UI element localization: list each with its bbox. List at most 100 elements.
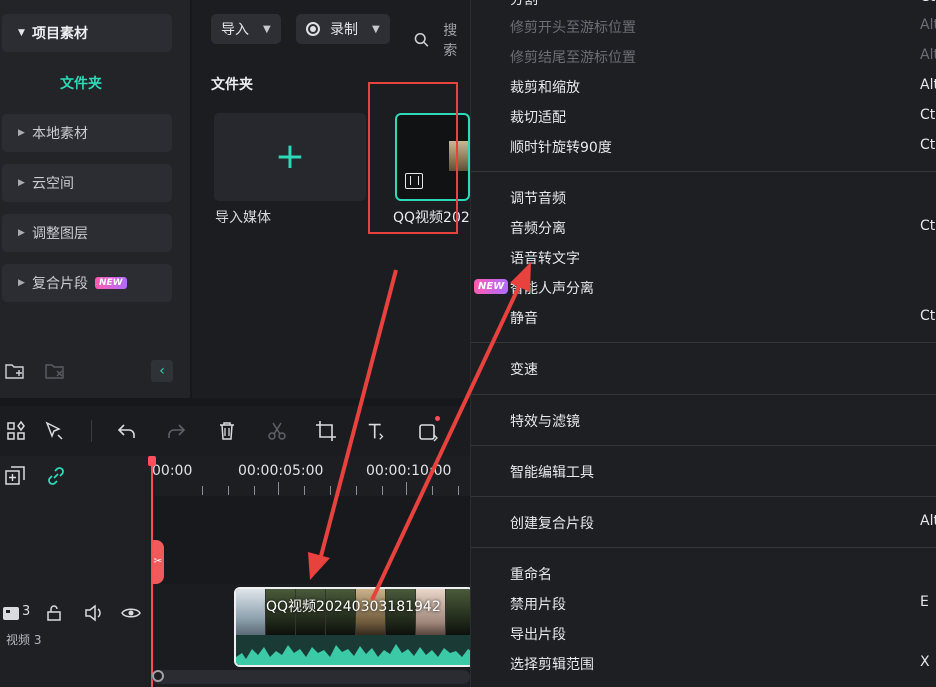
menu-item-detach-audio[interactable]: 音频分离 [510, 218, 566, 238]
sidebar-item-project-media[interactable]: ▼ 项目素材 [2, 14, 172, 52]
menu-item-trim-start[interactable]: 修剪开头至游标位置 [510, 17, 636, 37]
menu-item-speech-to-text[interactable]: 语音转文字 [510, 248, 580, 268]
menu-item-speed[interactable]: 变速 [510, 359, 538, 379]
scissors-icon[interactable] [266, 420, 288, 442]
menu-item-export-clip[interactable]: 导出片段 [510, 624, 566, 644]
select-pointer-icon[interactable] [43, 420, 65, 442]
ruler-tick [458, 486, 459, 495]
timeline-video-clip[interactable]: QQ视频20240303181942 [234, 587, 474, 667]
menu-shortcut: X [920, 654, 930, 670]
menu-divider [471, 496, 936, 497]
clip-thumbnail [449, 141, 468, 171]
volume-icon[interactable] [84, 604, 104, 622]
text-icon[interactable] [366, 420, 388, 442]
menu-item-crop-zoom[interactable]: 裁剪和缩放 [510, 77, 580, 97]
menu-item-rotate-90[interactable]: 顺时针旋转90度 [510, 137, 612, 157]
ruler-tick [278, 482, 279, 495]
ruler-tick [202, 486, 203, 495]
import-dropdown-button[interactable]: 导入 ▼ [211, 14, 281, 44]
media-clip-label: QQ视频2024 [393, 210, 473, 226]
menu-shortcut: Ct [920, 308, 936, 324]
menu-item-trim-end[interactable]: 修剪结尾至游标位置 [510, 47, 636, 67]
menu-divider [471, 394, 936, 395]
shape-icon[interactable] [417, 420, 439, 442]
menu-item-mute[interactable]: 静音 [510, 308, 538, 328]
sidebar-item-label: 云空间 [32, 176, 74, 192]
menu-shortcut: Ct [920, 137, 936, 153]
split-handle[interactable]: ✂ [152, 540, 164, 584]
sidebar-item-label: 调整图层 [32, 226, 88, 242]
menu-shortcut: Ct [920, 218, 936, 234]
search-icon [414, 33, 429, 47]
menu-item-split[interactable]: 分割 [510, 0, 538, 9]
crop-icon[interactable] [315, 420, 337, 442]
menu-shortcut: Alt [920, 77, 936, 93]
ruler-label: 00:00:05:00 [238, 463, 324, 479]
audio-waveform [236, 635, 472, 665]
menu-shortcut: Alt [920, 513, 936, 529]
menu-shortcut: Ct [920, 0, 935, 5]
lock-icon[interactable] [45, 604, 63, 622]
ruler-tick [356, 486, 357, 495]
record-dropdown-button[interactable]: 录制 ▼ [296, 14, 390, 44]
delete-trash-icon[interactable] [216, 420, 238, 442]
menu-item-create-compound-clip[interactable]: 创建复合片段 [510, 513, 594, 533]
layout-grid-icon[interactable] [5, 420, 27, 442]
import-media-tile[interactable]: + [214, 113, 366, 201]
playhead-line[interactable] [151, 456, 153, 687]
menu-item-crop-fit[interactable]: 裁切适配 [510, 107, 566, 127]
search-placeholder: 搜索 [443, 23, 458, 59]
add-track-icon[interactable] [5, 466, 25, 486]
link-icon[interactable] [46, 466, 66, 486]
sidebar-item-adjustment-layer[interactable]: ▶ 调整图层 [2, 214, 172, 252]
track-header-column: 3 视频 3 [0, 456, 152, 687]
sidebar-item-label: 本地素材 [32, 126, 88, 142]
record-label: 录制 [330, 22, 358, 38]
scrollbar-handle[interactable] [152, 670, 164, 682]
video-film-icon [405, 173, 423, 189]
sidebar-item-local-media[interactable]: ▶ 本地素材 [2, 114, 172, 152]
redo-icon[interactable] [165, 420, 187, 442]
menu-item-effects-filters[interactable]: 特效与滤镜 [510, 411, 580, 431]
media-browser: 导入 ▼ 录制 ▼ 搜索 文件夹 + 导入媒体 QQ视频2024 [192, 0, 473, 398]
ruler-tick [406, 482, 407, 495]
track-name: 视频 3 [6, 633, 42, 647]
menu-item-disable-clip[interactable]: 禁用片段 [510, 594, 566, 614]
import-label: 导入 [221, 22, 249, 38]
timeline-scrollbar[interactable] [152, 670, 470, 684]
menu-item-adjust-audio[interactable]: 调节音频 [510, 188, 566, 208]
ruler-tick [432, 486, 433, 495]
triangle-right-icon: ▶ [18, 228, 25, 238]
triangle-right-icon: ▶ [18, 278, 25, 288]
video-track-icon [3, 607, 19, 620]
context-menu: 分割 Ct 修剪开头至游标位置 Alt 修剪结尾至游标位置 Alt 裁剪和缩放 … [470, 0, 936, 687]
import-media-label: 导入媒体 [215, 210, 271, 226]
menu-item-select-range[interactable]: 选择剪辑范围 [510, 654, 594, 674]
triangle-down-icon: ▼ [18, 28, 25, 38]
menu-shortcut: Alt [920, 47, 936, 63]
media-clip-tile[interactable] [395, 113, 470, 201]
new-badge: NEW [95, 277, 127, 289]
ruler-label: 00:00:10:00 [366, 463, 452, 479]
notification-dot [435, 416, 440, 421]
sidebar-item-compound-clip[interactable]: ▶ 复合片段 NEW [2, 264, 172, 302]
sidebar-item-cloud[interactable]: ▶ 云空间 [2, 164, 172, 202]
sidebar-subitem-folder[interactable]: 文件夹 [60, 73, 102, 93]
ruler-tick [304, 486, 305, 495]
eye-icon[interactable] [121, 604, 141, 622]
playhead-knob[interactable] [148, 456, 156, 466]
menu-item-ai-vocal-separation[interactable]: 智能人声分离 [510, 278, 594, 298]
delete-folder-icon[interactable] [45, 362, 65, 380]
time-ruler[interactable]: 00:00 00:00:05:00 00:00:10:00 [152, 456, 470, 496]
folder-title: 文件夹 [211, 77, 253, 93]
triangle-right-icon: ▶ [18, 128, 25, 138]
collapse-sidebar-button[interactable]: ‹ [151, 360, 173, 382]
search-input[interactable]: 搜索 [414, 20, 470, 60]
menu-item-rename[interactable]: 重命名 [510, 564, 552, 584]
menu-item-smart-edit-tools[interactable]: 智能编辑工具 [510, 462, 594, 482]
empty-track-area[interactable] [152, 496, 470, 584]
chevron-down-icon: ▼ [263, 23, 271, 35]
undo-icon[interactable] [116, 420, 138, 442]
plus-icon: + [274, 136, 306, 177]
new-folder-icon[interactable] [5, 362, 25, 380]
